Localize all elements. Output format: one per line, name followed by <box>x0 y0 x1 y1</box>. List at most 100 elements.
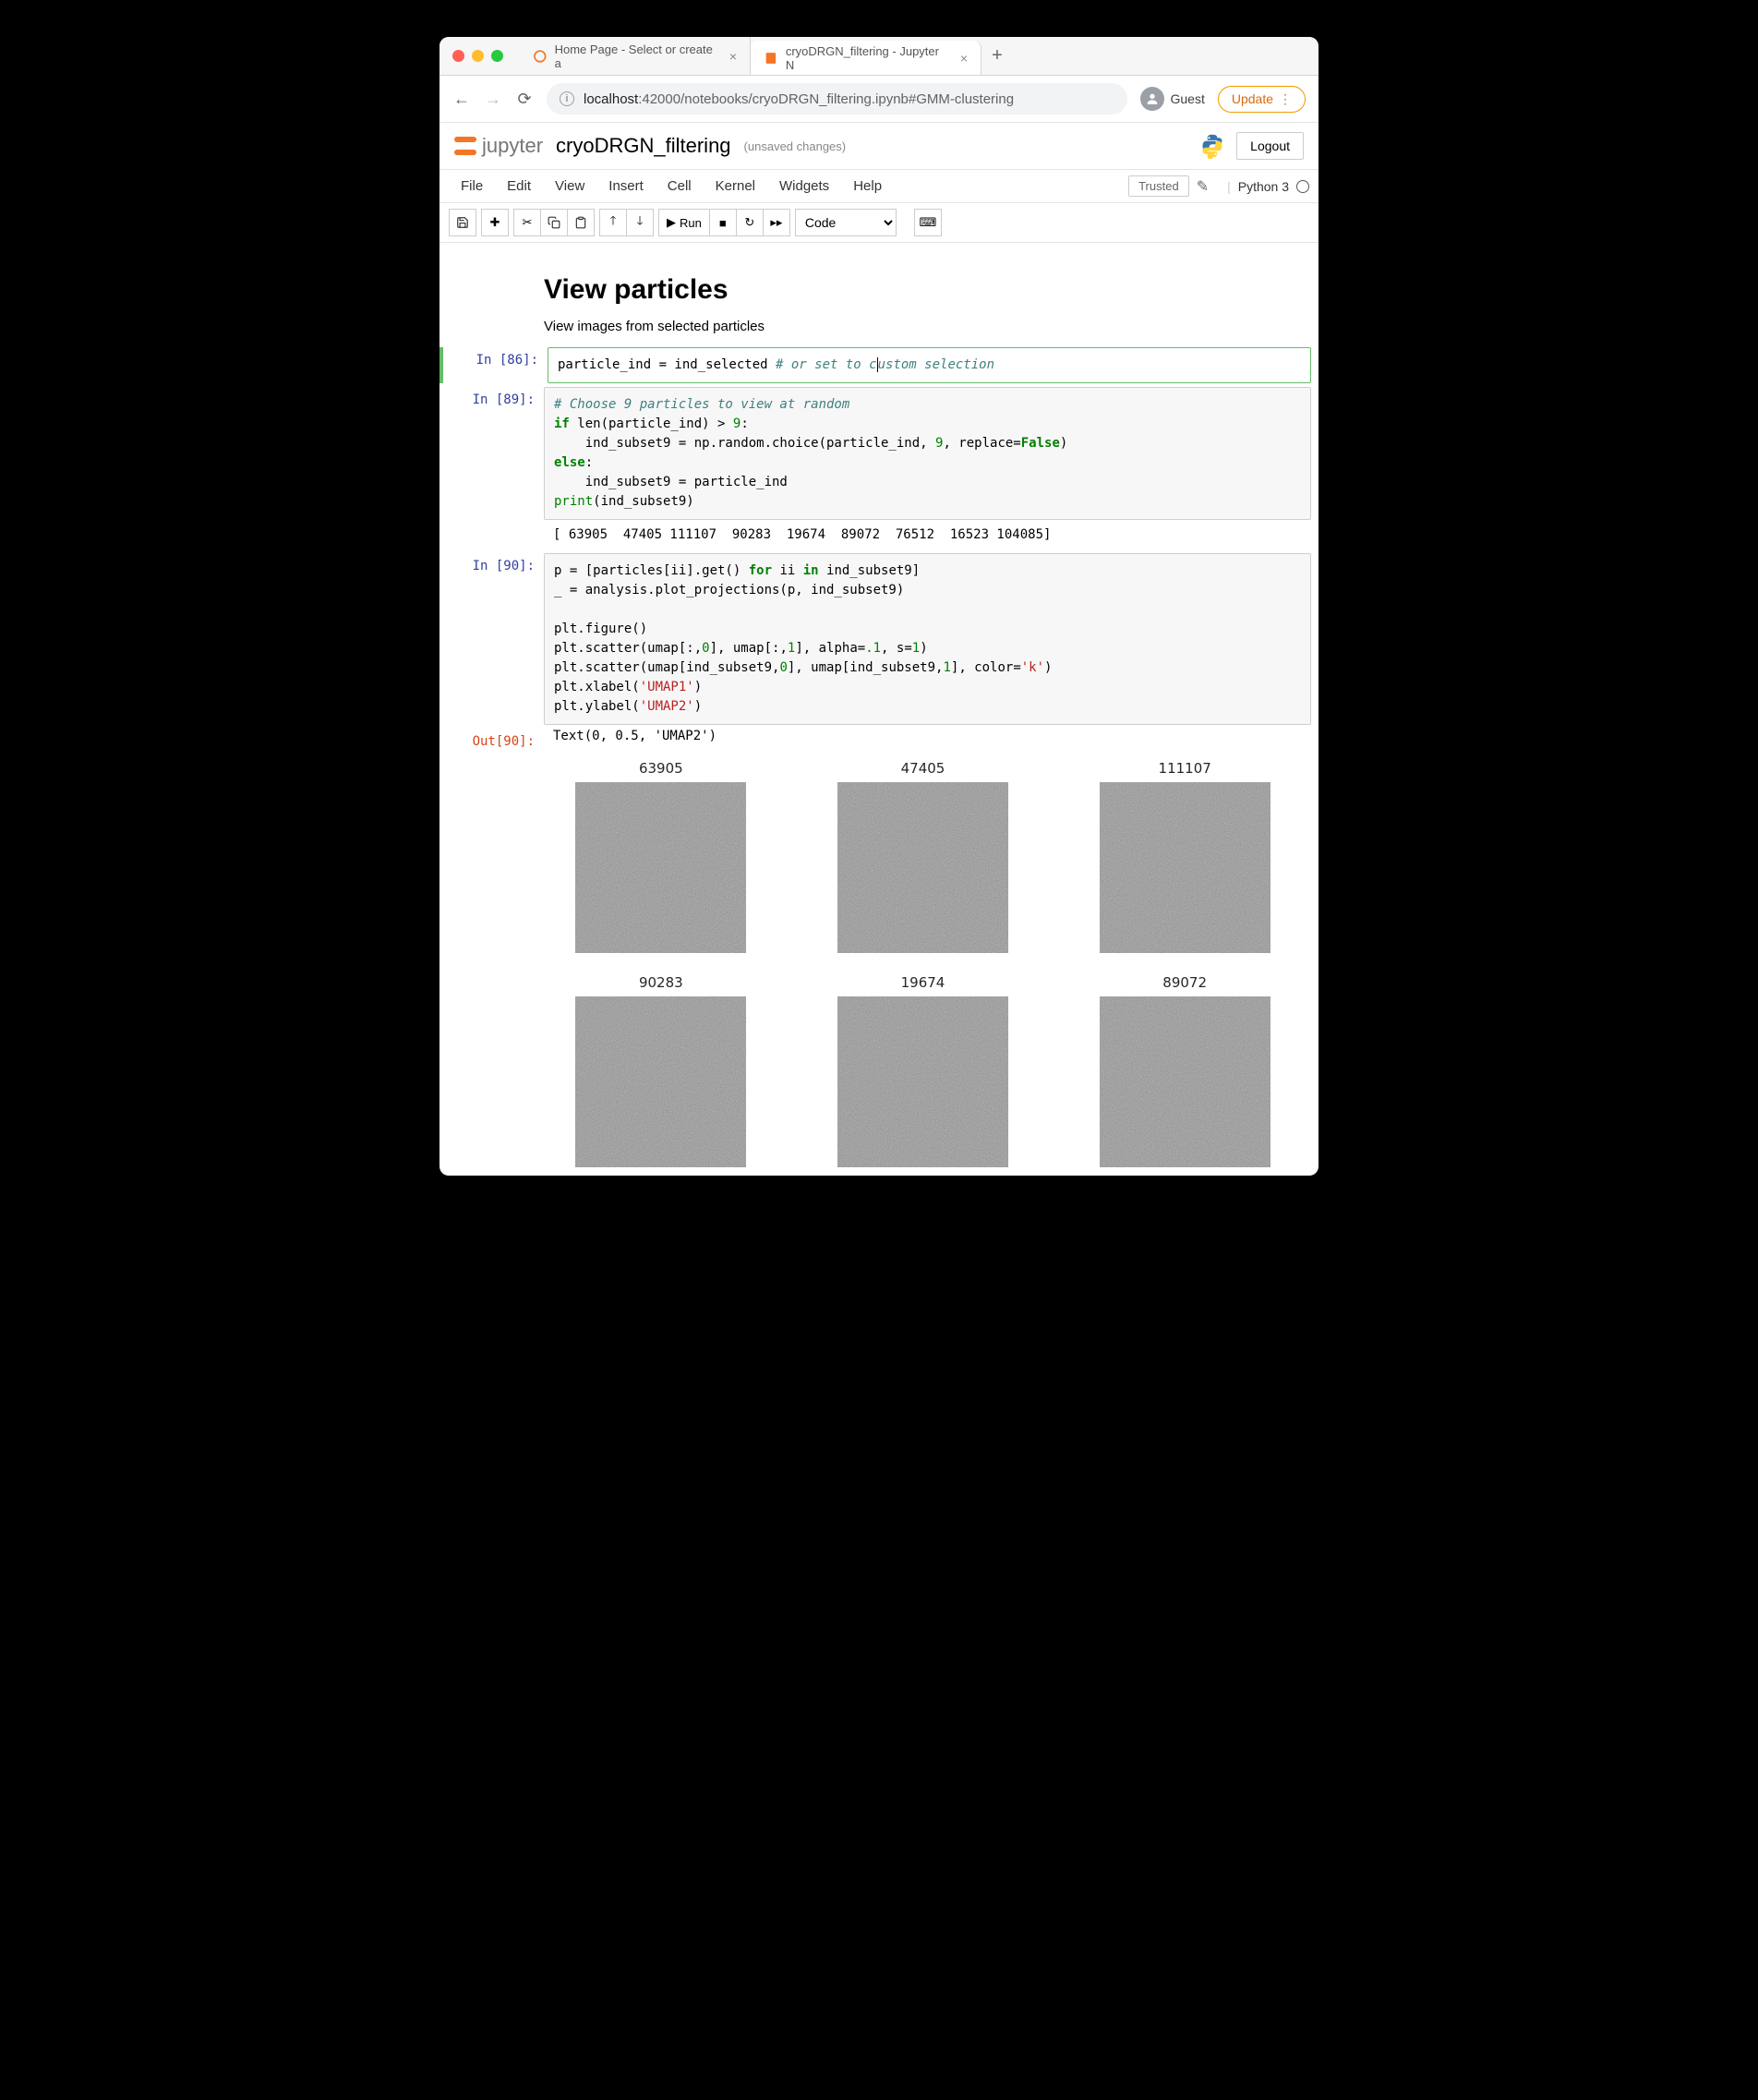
copy-button[interactable] <box>540 209 568 236</box>
notebook-icon <box>764 51 778 66</box>
menu-edit[interactable]: Edit <box>495 173 543 199</box>
out-prompt: Out[90]: <box>447 729 544 1172</box>
browser-tab-notebook[interactable]: cryoDRGN_filtering - Jupyter N × <box>751 41 981 75</box>
thumb-label: 19674 <box>806 974 1041 991</box>
profile-chip[interactable]: Guest <box>1140 87 1204 111</box>
titlebar: Home Page - Select or create a × cryoDRG… <box>440 37 1318 76</box>
code-input[interactable]: p = [particles[ii].get() for ii in ind_s… <box>544 553 1311 725</box>
menu-cell[interactable]: Cell <box>656 173 704 199</box>
update-button[interactable]: Update ⋮ <box>1218 86 1306 113</box>
restart-run-all-button[interactable]: ▸▸ <box>763 209 790 236</box>
url-bar-row: ← → ⟳ i localhost:42000/notebooks/cryoDR… <box>440 76 1318 123</box>
particle-image <box>575 782 746 953</box>
thumb-label: 111107 <box>1067 760 1302 777</box>
notebook-save-status: (unsaved changes) <box>744 139 847 153</box>
tab-title: Home Page - Select or create a <box>555 42 718 70</box>
kernel-status-icon <box>1296 180 1309 193</box>
close-window-button[interactable] <box>452 50 464 62</box>
reload-button[interactable]: ⟳ <box>515 90 534 109</box>
close-tab-icon[interactable]: × <box>960 51 968 66</box>
notebook-content: View particles View images from selected… <box>440 243 1318 1172</box>
particle-image <box>1100 782 1270 953</box>
run-button[interactable]: ▶ Run <box>658 209 710 236</box>
interrupt-button[interactable]: ■ <box>709 209 737 236</box>
avatar-icon <box>1140 87 1164 111</box>
url-text: localhost:42000/notebooks/cryoDRGN_filte… <box>584 91 1014 107</box>
particle-image <box>837 782 1008 953</box>
thumb-label: 89072 <box>1067 974 1302 991</box>
menu-help[interactable]: Help <box>841 173 894 199</box>
command-palette-button[interactable]: ⌨ <box>914 209 942 236</box>
jupyter-logo[interactable]: jupyter <box>454 134 543 158</box>
code-cell-86[interactable]: In [86]: particle_ind = ind_selected # o… <box>440 347 1318 383</box>
particle-thumb: 89072 <box>1067 974 1302 1172</box>
particle-thumb: 90283 <box>544 974 778 1172</box>
trusted-indicator[interactable]: Trusted <box>1128 175 1189 197</box>
tab-title: cryoDRGN_filtering - Jupyter N <box>786 44 949 72</box>
thumb-label: 47405 <box>806 760 1041 777</box>
code-cell-89[interactable]: In [89]: # Choose 9 particles to view at… <box>440 387 1318 549</box>
more-icon: ⋮ <box>1279 91 1292 107</box>
code-input[interactable]: # Choose 9 particles to view at random i… <box>544 387 1311 520</box>
particle-image <box>575 996 746 1167</box>
restart-button[interactable]: ↻ <box>736 209 764 236</box>
particle-image <box>1100 996 1270 1167</box>
move-up-button[interactable]: 🡑 <box>599 209 627 236</box>
menu-widgets[interactable]: Widgets <box>767 173 841 199</box>
particle-thumbnail-grid: 63905 47405 111107 90283 19674 89072 <box>544 751 1311 1172</box>
forward-button[interactable]: → <box>484 90 502 109</box>
heading-view-particles: View particles <box>544 274 1300 306</box>
cell-output-text: Text(0, 0.5, 'UMAP2') <box>544 729 1311 751</box>
tab-strip: Home Page - Select or create a × cryoDRG… <box>520 37 1306 75</box>
profile-name: Guest <box>1170 91 1204 106</box>
edit-icon[interactable]: ✎ <box>1189 177 1216 196</box>
jupyter-logo-text: jupyter <box>482 134 543 158</box>
update-label: Update <box>1232 91 1273 106</box>
markdown-cell[interactable]: View particles View images from selected… <box>440 274 1318 334</box>
menu-file[interactable]: File <box>449 173 495 199</box>
cut-button[interactable]: ✂ <box>513 209 541 236</box>
address-bar[interactable]: i localhost:42000/notebooks/cryoDRGN_fil… <box>547 83 1127 115</box>
add-cell-button[interactable]: ✚ <box>481 209 509 236</box>
menu-insert[interactable]: Insert <box>596 173 656 199</box>
markdown-text: View images from selected particles <box>544 319 1300 334</box>
logout-button[interactable]: Logout <box>1236 132 1304 160</box>
particle-thumb: 47405 <box>806 760 1041 958</box>
site-info-icon[interactable]: i <box>560 91 574 106</box>
menu-kernel[interactable]: Kernel <box>704 173 767 199</box>
move-down-button[interactable]: 🡓 <box>626 209 654 236</box>
code-input[interactable]: particle_ind = ind_selected # or set to … <box>548 347 1311 383</box>
notebook-app: jupyter cryoDRGN_filtering (unsaved chan… <box>440 123 1318 1172</box>
particle-thumb: 111107 <box>1067 760 1302 958</box>
cell-type-select[interactable]: Code <box>795 209 897 236</box>
toolbar: ✚ ✂ 🡑 🡓 ▶ Run ■ ↻ ▸▸ Code ⌨ <box>440 203 1318 243</box>
in-prompt: In [89]: <box>447 387 544 549</box>
particle-image <box>837 996 1008 1167</box>
menu-view[interactable]: View <box>543 173 596 199</box>
kernel-indicator[interactable]: | Python 3 <box>1227 179 1309 194</box>
minimize-window-button[interactable] <box>472 50 484 62</box>
maximize-window-button[interactable] <box>491 50 503 62</box>
output-cell-90: Out[90]: Text(0, 0.5, 'UMAP2') 63905 474… <box>440 729 1318 1172</box>
thumb-label: 63905 <box>544 760 778 777</box>
paste-button[interactable] <box>567 209 595 236</box>
save-button[interactable] <box>449 209 476 236</box>
browser-window: Home Page - Select or create a × cryoDRG… <box>440 37 1318 1176</box>
notebook-header: jupyter cryoDRGN_filtering (unsaved chan… <box>440 123 1318 169</box>
menu-bar: File Edit View Insert Cell Kernel Widget… <box>440 169 1318 203</box>
browser-tab-home[interactable]: Home Page - Select or create a × <box>520 37 751 75</box>
in-prompt: In [86]: <box>451 347 548 383</box>
particle-thumb: 63905 <box>544 760 778 958</box>
cell-output: [ 63905 47405 111107 90283 19674 89072 7… <box>544 520 1311 549</box>
close-tab-icon[interactable]: × <box>729 49 737 64</box>
notebook-name[interactable]: cryoDRGN_filtering <box>556 134 731 158</box>
python-icon <box>1199 133 1225 159</box>
thumb-label: 90283 <box>544 974 778 991</box>
new-tab-button[interactable]: + <box>981 37 1013 75</box>
code-cell-90[interactable]: In [90]: p = [particles[ii].get() for ii… <box>440 553 1318 725</box>
in-prompt: In [90]: <box>447 553 544 725</box>
jupyter-logo-icon <box>454 135 476 157</box>
particle-thumb: 19674 <box>806 974 1041 1172</box>
jupyter-icon <box>533 49 548 64</box>
back-button[interactable]: ← <box>452 90 471 109</box>
